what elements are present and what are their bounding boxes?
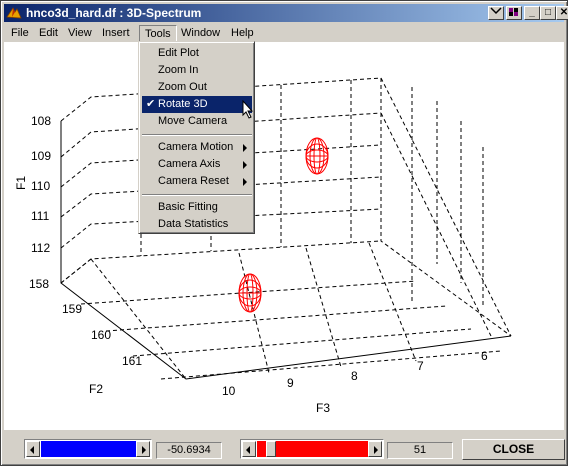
menu-separator [142,194,252,196]
menu-item-label: Camera Axis [158,158,221,170]
menu-item-label: Basic Fitting [158,201,218,213]
menu-view[interactable]: View [63,25,97,42]
menu-item-label: Zoom Out [158,81,207,93]
figure-window: hnco3d_hard.df : 3D-Spectrum _ □ ✕ File … [0,0,568,466]
toolbar-dock-icon[interactable] [488,6,504,20]
menu-item-label: Camera Motion [158,141,234,153]
slider-left-arrow[interactable] [26,441,40,457]
menu-window[interactable]: Window [176,25,225,42]
menu-item-label: Data Statistics [158,218,229,230]
menu-insert[interactable]: Insert [97,25,135,42]
menu-item-camera-reset[interactable]: Camera Reset [142,173,252,190]
f3-tick: 9 [287,376,294,390]
right-slider[interactable] [240,439,384,459]
menu-item-label: Move Camera [158,115,228,127]
matlab-icon [6,7,22,19]
f1-tick: 108 [31,114,51,128]
axis-lines [60,121,512,380]
menu-tools[interactable]: Tools [139,25,177,42]
arrow-left-icon [30,446,34,454]
slider-track-fill [41,441,137,457]
f2-tick: 161 [122,354,142,368]
f3-tick: 8 [351,369,358,383]
f2-tick: 159 [62,302,82,316]
left-value-display: -50.6934 [156,442,222,459]
menu-item-zoom-out[interactable]: Zoom Out [142,79,252,96]
menu-help[interactable]: Help [226,25,259,42]
close-icon: ✕ [559,7,568,18]
title-bar[interactable]: hnco3d_hard.df : 3D-Spectrum _ □ ✕ [4,4,568,22]
arrow-right-icon [374,446,378,454]
menu-item-camera-motion[interactable]: Camera Motion [142,139,252,156]
f1-tick: 110 [31,179,50,193]
close-window-button[interactable]: ✕ [556,6,568,20]
f2-tick: 158 [29,277,49,291]
menu-edit[interactable]: Edit [34,25,63,42]
plot-area[interactable]: 108 109 110 111 112 F1 158 159 160 161 F… [4,42,564,430]
menu-item-camera-axis[interactable]: Camera Axis [142,156,252,173]
submenu-arrow-icon [243,144,247,152]
f1-axis-label: F1 [14,176,28,190]
slider-right-arrow[interactable] [136,441,150,457]
peak-lower[interactable] [238,273,262,313]
f1-tick: 109 [31,149,51,163]
f3-axis-label: F3 [316,401,330,415]
slider-thumb[interactable] [266,441,276,457]
left-slider[interactable] [24,439,152,459]
menu-item-zoom-in[interactable]: Zoom In [142,62,252,79]
f1-tick: 111 [31,209,50,223]
submenu-arrow-icon [243,161,247,169]
menu-file[interactable]: File [6,25,34,42]
axes-3d[interactable]: 108 109 110 111 112 F1 158 159 160 161 F… [4,42,564,430]
colormap-icon[interactable] [506,6,522,20]
maximize-button[interactable]: □ [540,6,556,20]
menu-item-rotate-3d[interactable]: ✔ Rotate 3D [142,96,254,119]
slider-left-arrow[interactable] [242,441,256,457]
menu-item-edit-plot[interactable]: Edit Plot [142,45,252,62]
tools-dropdown: Edit Plot Zoom In Zoom Out ✔ Rotate 3D M… [138,41,255,234]
minimize-button[interactable]: _ [524,6,540,20]
menu-item-label: Rotate 3D [158,98,208,110]
menu-item-move-camera[interactable]: Move Camera [142,113,252,130]
grid-icon [509,8,518,16]
menu-item-label: Edit Plot [158,47,199,59]
menu-item-data-statistics[interactable]: Data Statistics [142,216,252,233]
control-bar: -50.6934 51 CLOSE [4,430,565,464]
window-title: hnco3d_hard.df : 3D-Spectrum [26,6,202,20]
grid-lines [60,77,512,380]
f2-tick: 160 [91,328,111,342]
peak-upper[interactable] [305,137,329,175]
menu-separator [142,134,252,136]
dock-icon [490,7,502,15]
right-value-display: 51 [387,442,453,459]
menu-item-label: Camera Reset [158,175,229,187]
checkmark-icon: ✔ [146,98,156,110]
menu-item-label: Zoom In [158,64,199,76]
close-button[interactable]: CLOSE [462,439,565,460]
f3-tick: 10 [222,384,236,398]
arrow-left-icon [246,446,250,454]
minimize-icon: _ [529,7,535,18]
slider-right-arrow[interactable] [368,441,382,457]
menu-item-basic-fitting[interactable]: Basic Fitting [142,199,252,216]
maximize-icon: □ [544,7,552,18]
arrow-right-icon [142,446,146,454]
menu-bar: File Edit View Insert Tools Window Help [4,23,564,42]
f3-tick: 7 [417,359,424,373]
f3-tick: 6 [481,349,488,363]
submenu-arrow-icon [243,178,247,186]
f2-axis-label: F2 [89,382,103,396]
f1-tick: 112 [31,241,50,255]
